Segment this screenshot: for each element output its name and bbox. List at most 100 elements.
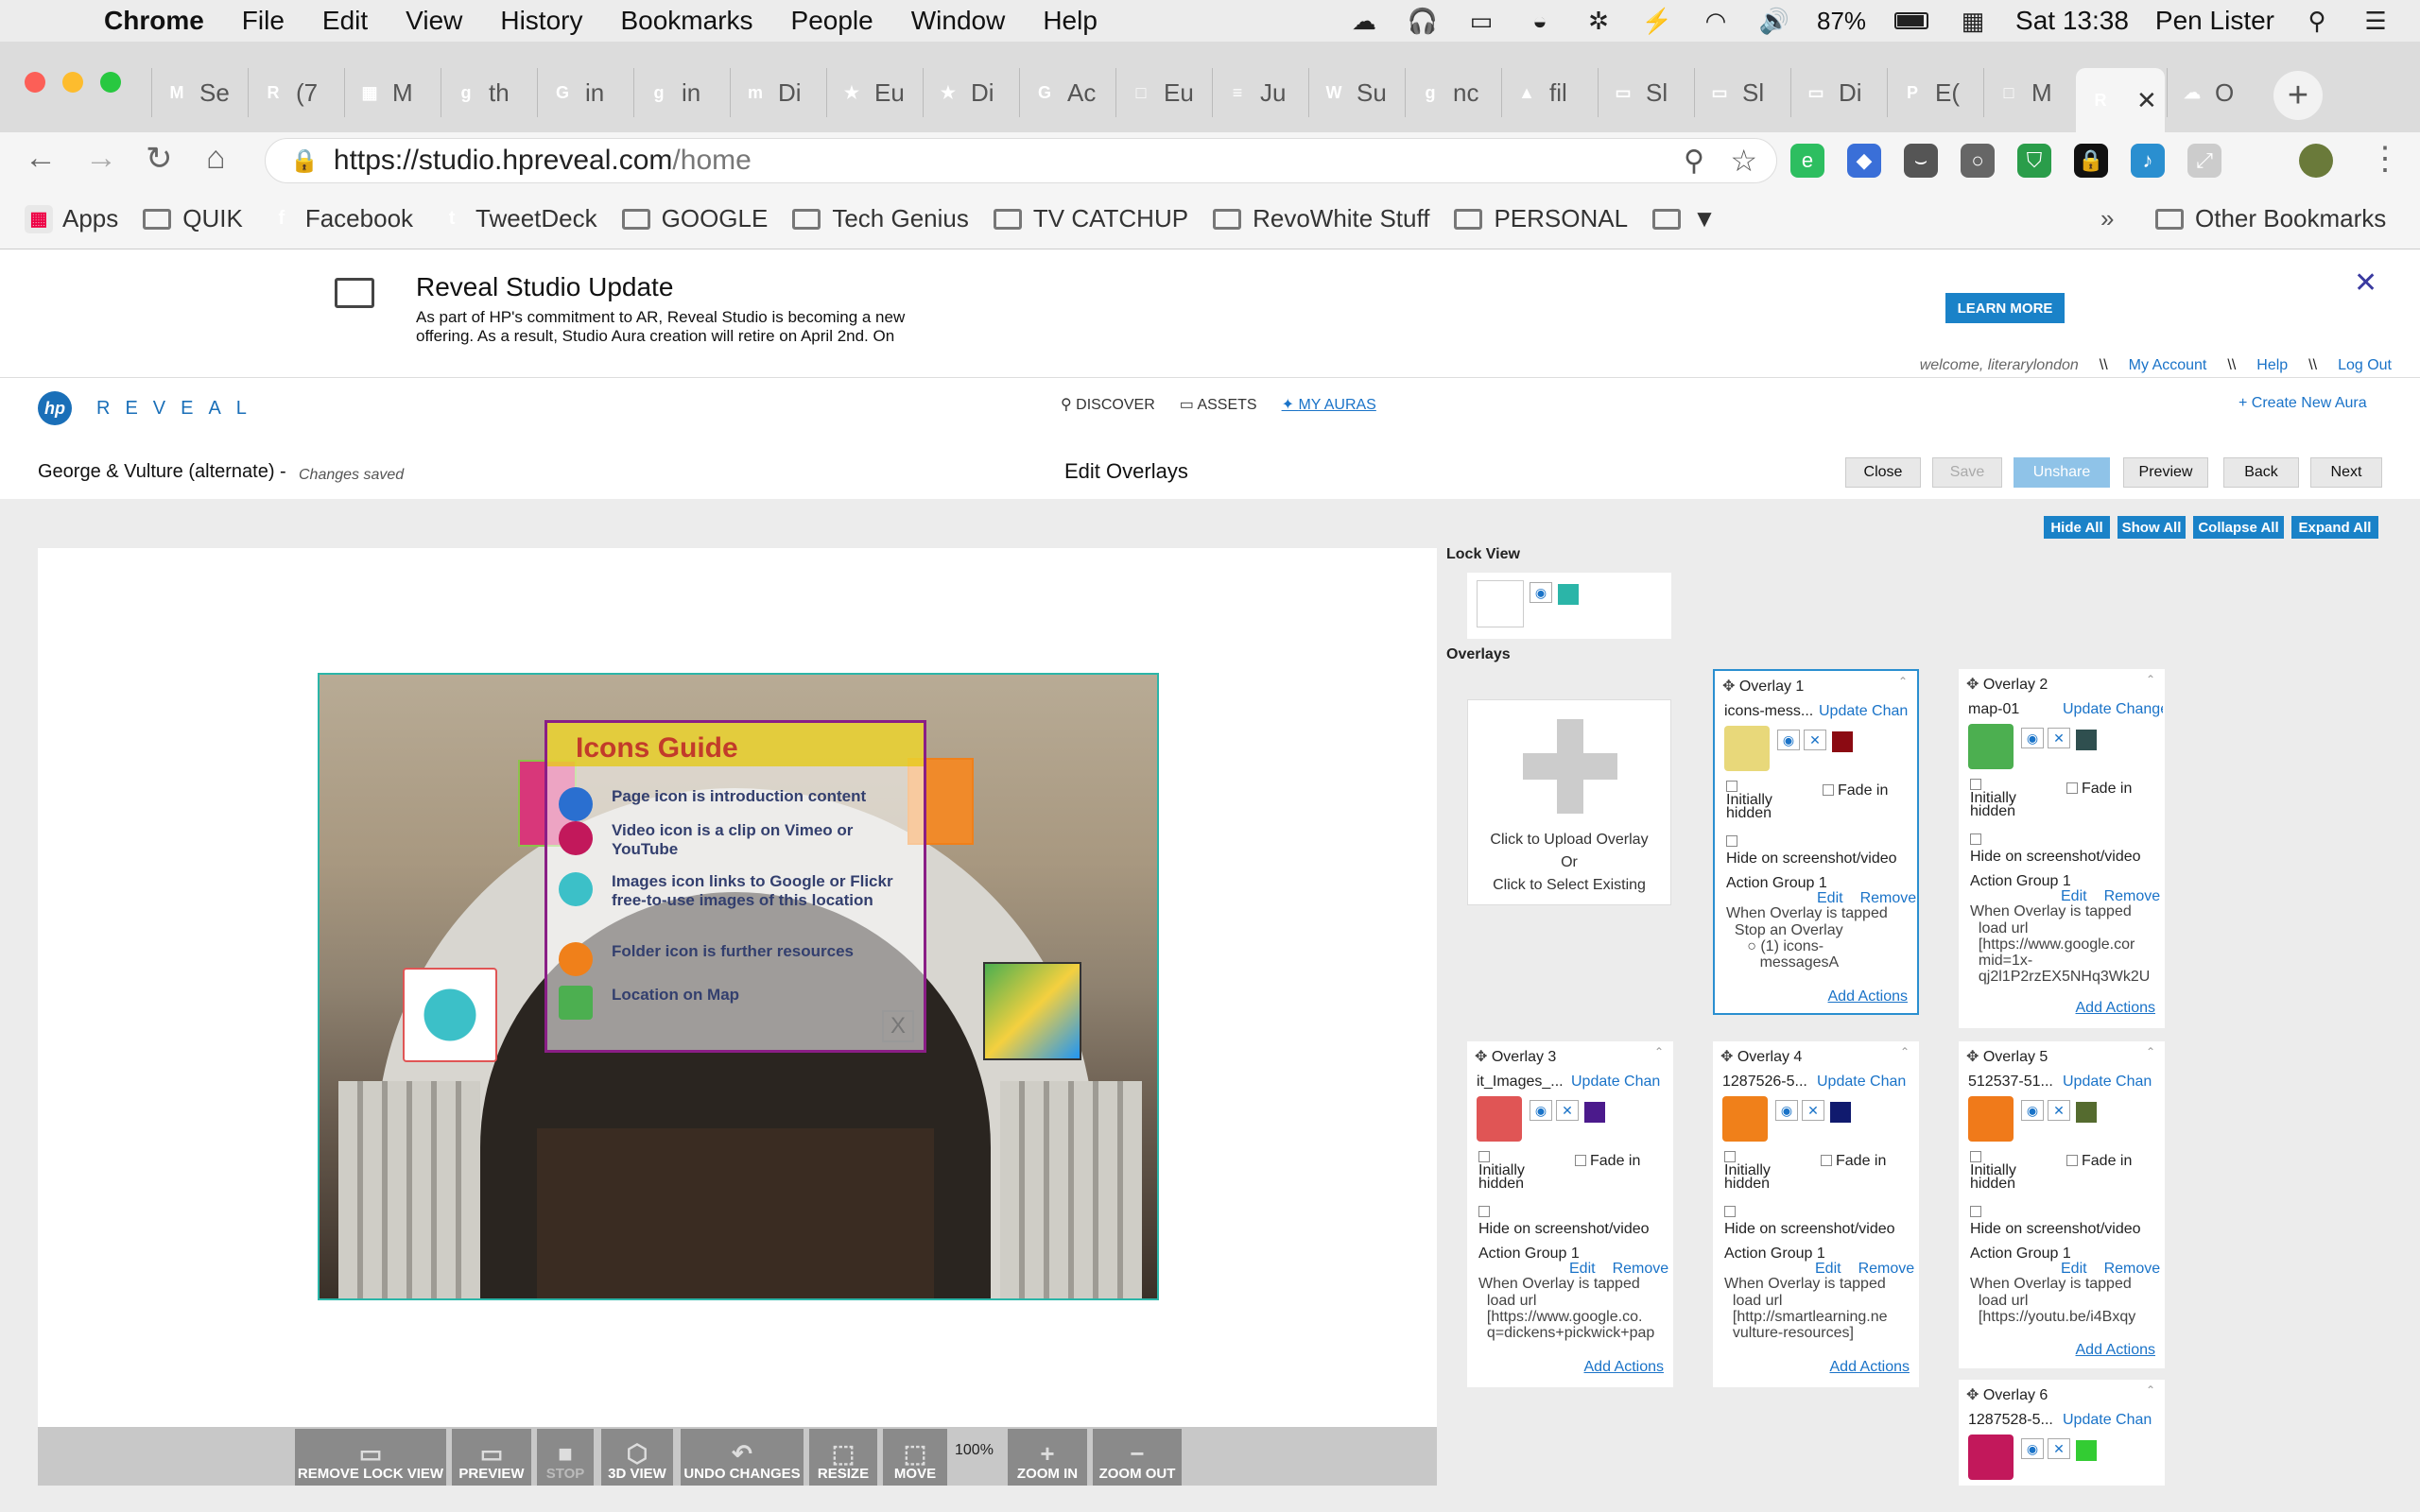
lock-view-color-swatch[interactable] [1558, 584, 1579, 605]
nav-my-auras[interactable]: ✦ MY AURAS [1282, 395, 1376, 414]
user-name[interactable]: Pen Lister [2155, 6, 2274, 36]
overlay-thumbnail[interactable] [1968, 724, 2014, 769]
collapse-icon[interactable]: ⌃ [1654, 1045, 1664, 1058]
bolt-icon[interactable]: ⚡ [1641, 7, 1673, 35]
delete-icon[interactable]: ✕ [2048, 1100, 2070, 1121]
browser-tab[interactable]: ★ Eu [826, 68, 921, 117]
overlay-title[interactable]: Overlay 3 [1475, 1047, 1556, 1066]
overlay-color-swatch[interactable] [2076, 1440, 2097, 1461]
browser-tab[interactable]: ▲ fil [1501, 68, 1596, 117]
eye-icon[interactable]: ◉ [2021, 728, 2044, 748]
evernote-icon[interactable]: e [1790, 144, 1824, 178]
update-change-link[interactable]: Update Chan [2063, 1074, 2163, 1091]
new-tab-button[interactable]: + [2273, 71, 2323, 120]
browser-tab[interactable]: g in [633, 68, 728, 117]
nav-assets[interactable]: ▭ ASSETS [1180, 395, 1257, 414]
preview-button[interactable]: Preview [2123, 457, 2208, 488]
padlock-icon[interactable]: 🔒 [2074, 144, 2108, 178]
add-actions-link[interactable]: Add Actions [1830, 1359, 1910, 1376]
guide-close-button[interactable]: X [882, 1010, 914, 1042]
overlay-card[interactable]: Overlay 1 ⌃ icons-mess... Update Chan ◉✕ Init… [1713, 669, 1919, 1015]
update-change-link[interactable]: Update Chan [1819, 703, 1919, 720]
add-actions-link[interactable]: Add Actions [2076, 1000, 2156, 1017]
overlay-map-icon[interactable] [983, 962, 1081, 1060]
update-change-link[interactable]: Update Chan [1571, 1074, 1671, 1091]
shield-icon[interactable]: ⛉ [2017, 144, 2051, 178]
menu-view[interactable]: View [406, 6, 462, 36]
headphones-icon[interactable]: 🎧 [1407, 7, 1439, 35]
initially-hidden-checkbox[interactable] [1478, 1151, 1490, 1162]
back-arrow-icon[interactable]: ← [25, 140, 57, 177]
browser-tab[interactable]: □ Eu [1115, 68, 1210, 117]
initially-hidden-checkbox[interactable] [1724, 1151, 1736, 1162]
eye-icon[interactable]: ◉ [1777, 730, 1800, 750]
close-icon[interactable]: ✕ [2354, 266, 2377, 300]
address-bar[interactable]: 🔒 https://studio.hpreveal.com/home ⚲ ☆ [265, 138, 1777, 183]
menu-app-name[interactable]: Chrome [104, 6, 204, 36]
bookmark-item[interactable]: GOOGLE [621, 204, 768, 233]
bookmarks-overflow-button[interactable]: » [2100, 204, 2114, 233]
hide-all-button[interactable]: Hide All [2044, 516, 2110, 539]
gear-icon[interactable]: ✲ [1582, 7, 1615, 35]
collapse-all-button[interactable]: Collapse All [2193, 516, 2284, 539]
bookmark-item[interactable]: Tech Genius [792, 204, 969, 233]
fade-in-checkbox[interactable] [2066, 782, 2078, 794]
close-tab-icon[interactable]: ✕ [2136, 86, 2157, 115]
hide-screenshot-checkbox[interactable] [1970, 833, 1981, 845]
browser-tab[interactable]: ▭ Di [1790, 68, 1885, 117]
fade-in-checkbox[interactable] [1575, 1155, 1586, 1166]
browser-tab[interactable]: ▦ M [344, 68, 439, 117]
update-change-link[interactable]: Update Chan [2063, 1412, 2163, 1429]
bookmark-item[interactable]: RevoWhite Stuff [1213, 204, 1429, 233]
browser-tab[interactable]: W Su [1308, 68, 1403, 117]
overlay-thumbnail[interactable] [1968, 1435, 2014, 1480]
menu-bookmarks[interactable]: Bookmarks [620, 6, 752, 36]
overlay-color-swatch[interactable] [1832, 731, 1853, 752]
fade-in-checkbox[interactable] [1823, 784, 1834, 796]
bookmark-item[interactable]: ▦ Apps [25, 204, 118, 233]
hide-screenshot-checkbox[interactable] [1478, 1206, 1490, 1217]
browser-tab[interactable]: R (7 [248, 68, 342, 117]
overlay-thumbnail[interactable] [1477, 1096, 1522, 1142]
wifi-icon[interactable]: ◠ [1700, 7, 1732, 35]
browser-tab[interactable]: Gin [537, 68, 631, 117]
avatar[interactable] [2299, 144, 2333, 178]
create-new-aura-link[interactable]: + Create New Aura [2238, 395, 2367, 412]
update-change-link[interactable]: Update Chan [1817, 1074, 1917, 1091]
bookmark-item[interactable]: f Facebook [268, 204, 414, 233]
overlay-card[interactable]: Overlay 3 ⌃ it_Images_... Update Chan ◉✕ Init… [1467, 1041, 1673, 1387]
save-button[interactable]: Save [1932, 457, 2002, 488]
overlay-card[interactable]: Overlay 6 ⌃ 1287528-5... Update Chan ◉✕ [1959, 1380, 2165, 1486]
back-button[interactable]: Back [2223, 457, 2299, 488]
hide-screenshot-checkbox[interactable] [1970, 1206, 1981, 1217]
list-icon[interactable]: ☰ [2360, 7, 2392, 35]
hide-screenshot-checkbox[interactable] [1726, 835, 1737, 847]
bookmark-item[interactable]: QUIK [143, 204, 243, 233]
zoom-in-button[interactable]: + ZOOM IN [1008, 1429, 1087, 1486]
lock-view-thumbnail[interactable] [1477, 580, 1524, 627]
search-icon[interactable]: ⚲ [2301, 7, 2333, 35]
overlay-color-swatch[interactable] [2076, 730, 2097, 750]
browser-tab[interactable]: P E( [1887, 68, 1981, 117]
help-link[interactable]: Help [2256, 357, 2288, 374]
preview-tool-button[interactable]: ▭ PREVIEW [452, 1429, 531, 1486]
pocket-icon[interactable]: ⌣ [1904, 144, 1938, 178]
zoom-window-button[interactable] [100, 72, 121, 93]
forward-arrow-icon[interactable]: → [85, 140, 117, 177]
undo-changes-button[interactable]: ↶ UNDO CHANGES [681, 1429, 804, 1486]
reload-icon[interactable]: ↻ [146, 140, 173, 178]
upload-overlay-button[interactable]: Click to Upload Overlay Or Click to Select… [1467, 699, 1671, 905]
overlay-card[interactable]: Overlay 4 ⌃ 1287526-5... Update Chan ◉✕ Initi… [1713, 1041, 1919, 1387]
unshare-button[interactable]: Unshare [2014, 457, 2110, 488]
browser-tab[interactable]: M Se [151, 68, 246, 117]
delete-icon[interactable]: ✕ [1804, 730, 1826, 750]
browser-tab[interactable]: m Di [730, 68, 824, 117]
initially-hidden-checkbox[interactable] [1970, 1151, 1981, 1162]
browser-tab[interactable]: ≡ Ju [1212, 68, 1306, 117]
collapse-icon[interactable]: ⌃ [2146, 1045, 2155, 1058]
overlay-color-swatch[interactable] [1584, 1102, 1605, 1123]
nav-discover[interactable]: ⚲ DISCOVER [1061, 395, 1155, 414]
zoom-out-button[interactable]: − ZOOM OUT [1093, 1429, 1182, 1486]
next-button[interactable]: Next [2310, 457, 2382, 488]
minimize-window-button[interactable] [62, 72, 83, 93]
